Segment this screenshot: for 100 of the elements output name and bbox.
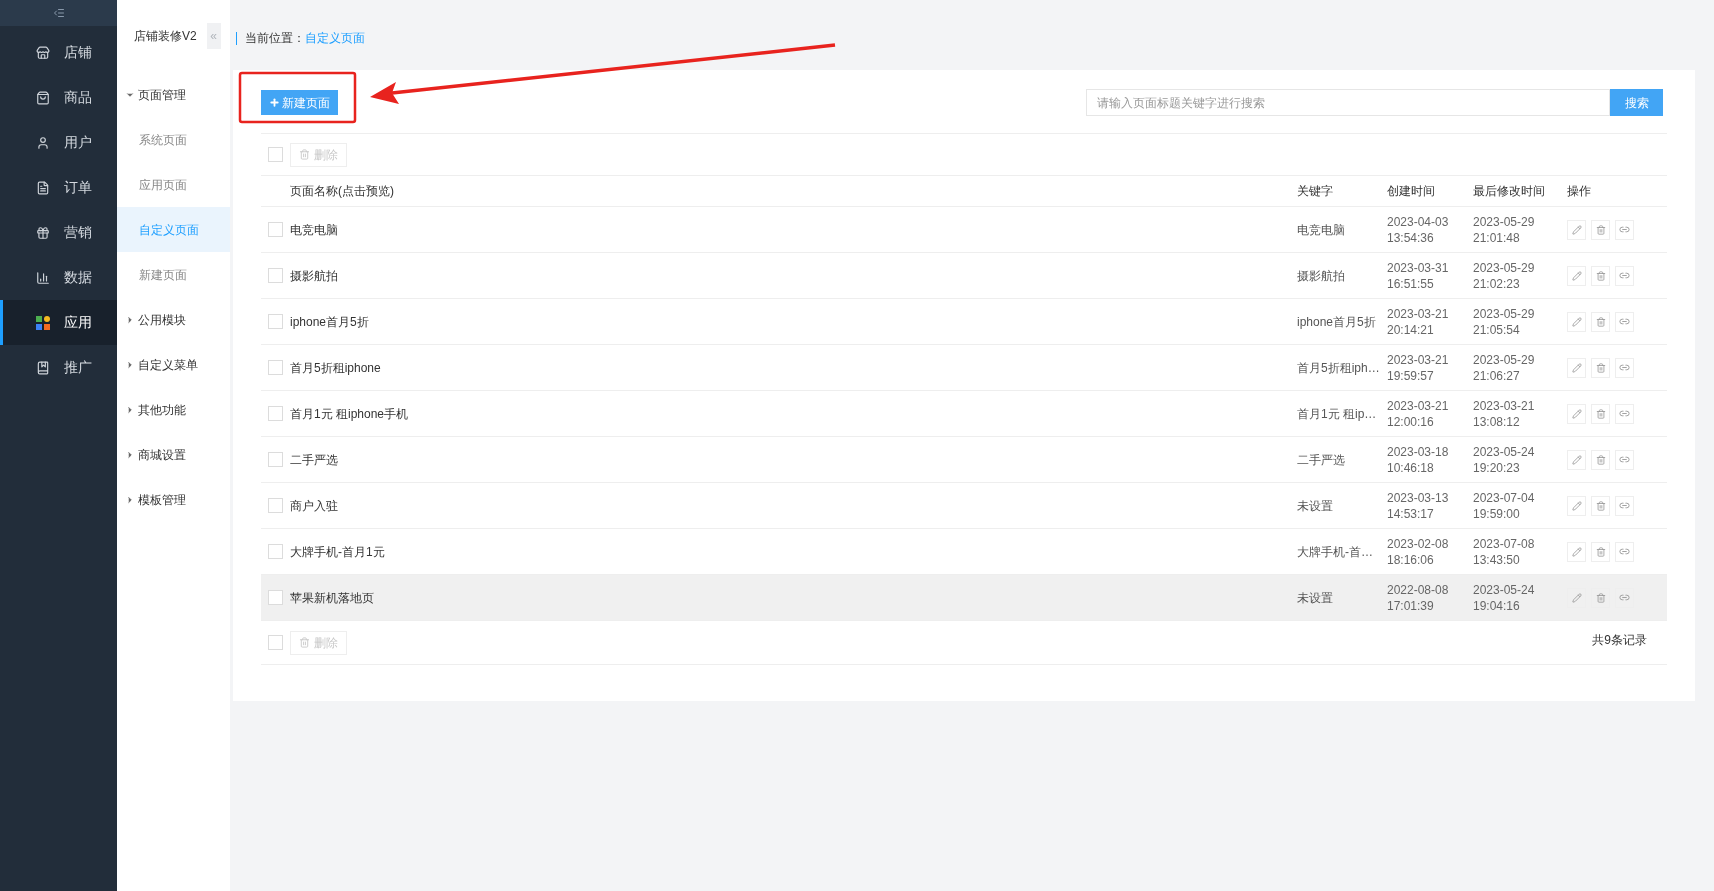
created-time-cell: 2023-03-21 12:00:16 — [1387, 397, 1449, 430]
delete-row-button[interactable] — [1591, 357, 1610, 378]
modified-time-cell: 2023-07-08 13:43:50 — [1473, 535, 1535, 568]
menu-group[interactable]: 自定义菜单 — [117, 342, 230, 387]
edit-button[interactable] — [1567, 403, 1586, 424]
checkbox[interactable] — [268, 147, 283, 162]
keyword-cell-text: iphone首月5折 — [1297, 313, 1376, 331]
modified-time-cell: 2023-05-29 21:06:27 — [1473, 351, 1535, 384]
delete-row-button[interactable] — [1591, 403, 1610, 424]
trash-icon — [1595, 408, 1606, 419]
created-time-cell: 2023-03-18 10:46:18 — [1387, 443, 1449, 476]
keyword-cell-text: 未设置 — [1297, 497, 1333, 515]
created-time-cell: 2023-02-08 18:16:06 — [1387, 535, 1449, 568]
column-header: 最后修改时间 — [1473, 183, 1546, 200]
checkbox[interactable] — [268, 452, 283, 467]
page-name-link[interactable]: iphone首月5折 — [290, 312, 369, 331]
link-icon — [1619, 362, 1630, 373]
menu-group[interactable]: 商城设置 — [117, 432, 230, 477]
edit-button[interactable] — [1567, 541, 1586, 562]
modified-time-cell: 2023-05-24 19:04:16 — [1473, 581, 1535, 614]
created-time-cell: 2023-04-03 13:54:36 — [1387, 213, 1449, 246]
page-name-link[interactable]: 首月5折租iphone — [290, 358, 381, 377]
edit-button[interactable] — [1567, 495, 1586, 516]
column-header: 创建时间 — [1387, 183, 1436, 200]
edit-icon — [1571, 454, 1582, 465]
nav-item[interactable]: 营销 — [0, 210, 117, 255]
delete-row-button[interactable] — [1591, 311, 1610, 332]
page-name-link[interactable]: 商户入驻 — [290, 496, 338, 515]
keyword-cell-text: 二手严选 — [1297, 451, 1345, 469]
delete-row-button[interactable] — [1591, 219, 1610, 240]
keyword-cell-text: 首月5折租iph… — [1297, 359, 1380, 377]
apps-icon — [36, 315, 50, 330]
edit-button[interactable] — [1567, 219, 1586, 240]
trash-icon — [1595, 592, 1606, 603]
page-name-link[interactable]: 电竞电脑 — [290, 220, 338, 239]
edit-icon — [1571, 270, 1582, 281]
link-button[interactable] — [1615, 311, 1634, 332]
bag-icon — [36, 90, 50, 105]
link-button[interactable] — [1615, 541, 1634, 562]
nav-item[interactable]: 店铺 — [0, 30, 117, 75]
delete-row-button[interactable] — [1591, 541, 1610, 562]
checkbox[interactable] — [268, 360, 283, 375]
delete-row-button[interactable] — [1591, 265, 1610, 286]
nav-item[interactable]: 商品 — [0, 75, 117, 120]
delete-row-button[interactable] — [1591, 495, 1610, 516]
nav-item[interactable]: 用户 — [0, 120, 117, 165]
checkbox[interactable] — [268, 590, 283, 605]
checkbox[interactable] — [268, 406, 283, 421]
document-icon — [36, 180, 50, 195]
link-button[interactable] — [1615, 495, 1634, 516]
trash-icon — [1595, 316, 1606, 327]
caret-icon — [125, 314, 135, 325]
page-name-link[interactable]: 苹果新机落地页 — [290, 588, 374, 607]
menu-group[interactable]: 模板管理 — [117, 477, 230, 522]
created-time-cell: 2023-03-21 19:59:57 — [1387, 351, 1449, 384]
link-icon — [1619, 454, 1630, 465]
modified-time-cell: 2023-03-21 13:08:12 — [1473, 397, 1535, 430]
link-button[interactable] — [1615, 449, 1634, 470]
menu-icon[interactable] — [52, 7, 65, 19]
nav-item[interactable]: 推广 — [0, 345, 117, 390]
page-name-link[interactable]: 首月1元 租iphone手机 — [290, 404, 409, 423]
checkbox[interactable] — [268, 222, 283, 237]
page-name-link[interactable]: 二手严选 — [290, 450, 338, 469]
edit-button[interactable] — [1567, 357, 1586, 378]
trash-icon — [1595, 500, 1606, 511]
edit-button[interactable] — [1567, 265, 1586, 286]
checkbox[interactable] — [268, 314, 283, 329]
nav-item[interactable]: 数据 — [0, 255, 117, 300]
submenu-item[interactable]: 系统页面 — [117, 117, 230, 162]
nav-item[interactable]: 订单 — [0, 165, 117, 210]
caret-icon — [125, 449, 135, 460]
page-name-link[interactable]: 摄影航拍 — [290, 266, 338, 285]
checkbox[interactable] — [268, 635, 283, 650]
section-title: 店铺装修V2 — [134, 28, 197, 45]
edit-button[interactable] — [1567, 311, 1586, 332]
submenu-item[interactable]: 应用页面 — [117, 162, 230, 207]
link-button[interactable] — [1615, 265, 1634, 286]
link-icon — [1619, 500, 1630, 511]
trash-icon — [1595, 546, 1606, 557]
checkbox[interactable] — [268, 544, 283, 559]
store-icon — [36, 45, 50, 60]
checkbox[interactable] — [268, 498, 283, 513]
modified-time-cell: 2023-05-29 21:02:23 — [1473, 259, 1535, 292]
checkbox[interactable] — [268, 268, 283, 283]
created-time-cell: 2023-03-31 16:51:55 — [1387, 259, 1449, 292]
keyword-cell-text: 电竞电脑 — [1297, 221, 1345, 239]
menu-group[interactable]: 页面管理 — [117, 72, 230, 117]
submenu-item[interactable]: 新建页面 — [117, 252, 230, 297]
link-button[interactable] — [1615, 219, 1634, 240]
menu-group[interactable]: 公用模块 — [117, 297, 230, 342]
link-button[interactable] — [1615, 357, 1634, 378]
delete-row-button[interactable] — [1591, 449, 1610, 470]
link-button[interactable] — [1615, 403, 1634, 424]
menu-group[interactable]: 其他功能 — [117, 387, 230, 432]
edit-button[interactable] — [1567, 449, 1586, 470]
page-name-link[interactable]: 大牌手机-首月1元 — [290, 542, 385, 561]
search-field[interactable]: 请输入页面标题关键字进行搜索 — [1086, 89, 1610, 116]
user-icon — [36, 135, 50, 150]
nav-item[interactable]: 应用 — [0, 300, 117, 345]
modified-time-cell: 2023-07-04 19:59:00 — [1473, 489, 1535, 522]
